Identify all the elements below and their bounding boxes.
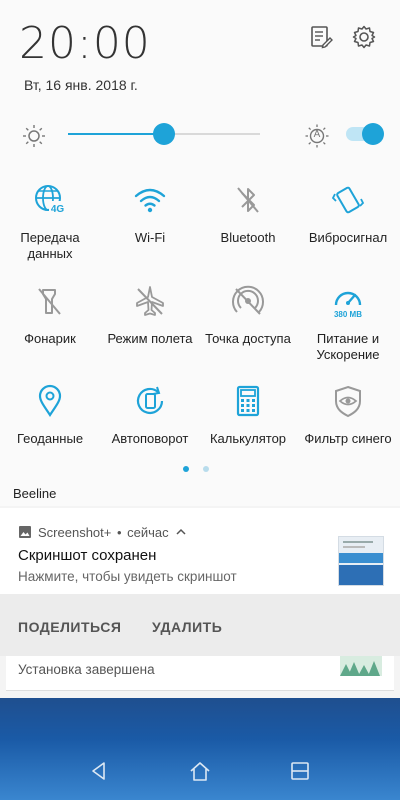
tile-label: Автоповорот [111, 431, 189, 446]
tile-flashlight[interactable]: Фонарик [0, 283, 100, 347]
auto-brightness-label: A [313, 129, 321, 140]
airplane-icon [136, 286, 164, 316]
tile-label: Питание и Ускорение [316, 331, 380, 362]
image-icon [19, 526, 31, 538]
tile-bluetooth[interactable]: Bluetooth [198, 182, 298, 246]
tile-label: Точка доступа [205, 331, 291, 346]
install-notification-text: Установка завершена [18, 662, 155, 677]
boost-badge: 380 MB [334, 310, 362, 319]
notification-header[interactable]: Screenshot+ • сейчас [18, 525, 186, 540]
page-indicator[interactable] [203, 466, 209, 472]
blue-filter-icon [335, 385, 361, 418]
back-icon[interactable] [88, 760, 110, 782]
clock: 20:00 [19, 18, 151, 69]
tile-label: Передача данных [20, 230, 80, 261]
tile-calculator[interactable]: Калькулятор [198, 383, 298, 447]
chevron-up-icon[interactable] [176, 528, 186, 536]
tile-label: Wi-Fi [134, 230, 166, 245]
tile-wifi[interactable]: Wi-Fi [100, 182, 200, 246]
tile-airplane[interactable]: Режим полета [100, 283, 200, 347]
tile-label: Режим полета [107, 331, 193, 346]
auto-rotate-icon [136, 386, 164, 414]
tile-label: Вибросигнал [308, 230, 388, 245]
notification-text: Нажмите, чтобы увидеть скриншот [18, 569, 237, 584]
tile-hotspot[interactable]: Точка доступа [198, 283, 298, 347]
tile-boost[interactable]: 380 MB Питание и Ускорение [298, 283, 398, 363]
gear-icon[interactable] [351, 24, 377, 50]
auto-brightness-icon[interactable]: A [304, 123, 330, 149]
tile-label: Фильтр синего [304, 431, 392, 446]
tile-location[interactable]: Геоданные [0, 383, 100, 447]
tile-auto-rotate[interactable]: Автоповорот [100, 383, 200, 447]
notification-title: Скриншот сохранен [18, 547, 157, 564]
app-thumbnail [340, 656, 382, 676]
tile-label: Фонарик [24, 331, 76, 346]
tile-mobile-data[interactable]: 4G Передача данных [0, 182, 100, 262]
calculator-icon [236, 385, 260, 417]
edit-list-icon[interactable] [308, 24, 334, 50]
wallpaper [0, 698, 400, 800]
screenshot-thumbnail[interactable] [338, 536, 384, 586]
home-icon[interactable] [189, 760, 211, 782]
wifi-icon [134, 188, 166, 213]
bluetooth-icon [237, 187, 259, 213]
carrier-label: Beeline [13, 486, 57, 501]
notification-app-name: Screenshot+ [38, 525, 112, 540]
share-button[interactable]: ПОДЕЛИТЬСЯ [18, 619, 121, 635]
mobile-data-4g-icon: 4G [35, 185, 66, 215]
notification-separator: • [116, 525, 122, 540]
auto-brightness-toggle-knob[interactable] [362, 123, 384, 145]
boost-gauge-icon: 380 MB [334, 291, 362, 319]
delete-button[interactable]: УДАЛИТЬ [152, 619, 222, 635]
brightness-slider-fill [68, 133, 164, 135]
flashlight-icon [38, 288, 61, 315]
brightness-slider-thumb[interactable] [153, 123, 175, 145]
brightness-low-icon [23, 125, 45, 147]
tile-vibrate[interactable]: Вибросигнал [298, 182, 398, 246]
svg-text:4G: 4G [51, 204, 65, 215]
tile-label: Геоданные [16, 431, 84, 446]
location-icon [38, 384, 62, 417]
tile-label: Bluetooth [220, 230, 276, 245]
hotspot-icon [232, 285, 264, 315]
tile-blue-filter[interactable]: Фильтр синего [298, 383, 398, 447]
page-indicator-active[interactable] [183, 466, 189, 472]
notification-time: сейчас [127, 525, 169, 540]
date-label: Вт, 16 янв. 2018 г. [24, 77, 138, 93]
recents-icon[interactable] [289, 760, 311, 782]
vibrate-icon [331, 186, 365, 214]
tile-label: Калькулятор [209, 431, 287, 446]
